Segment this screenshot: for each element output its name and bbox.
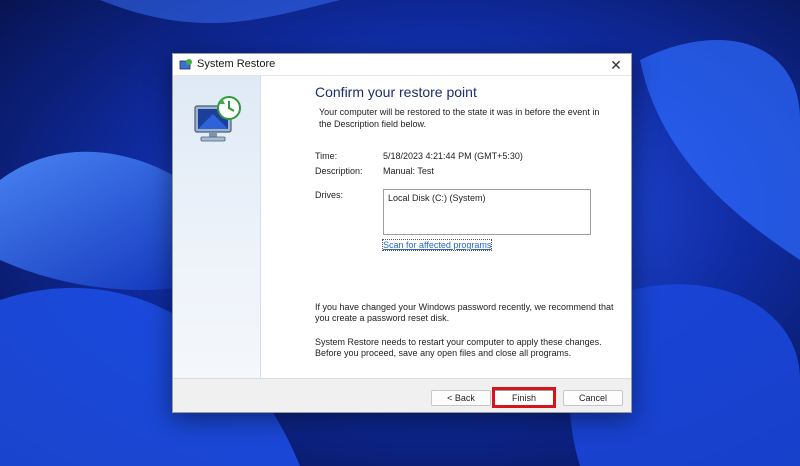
description-value: Manual: Test — [383, 166, 434, 176]
finish-button[interactable]: Finish — [493, 390, 555, 406]
window-title: System Restore — [197, 58, 276, 70]
page-title: Confirm your restore point — [315, 84, 477, 100]
time-value: 5/18/2023 4:21:44 PM (GMT+5:30) — [383, 151, 523, 161]
time-label: Time: — [315, 151, 338, 161]
button-bar: < Back Finish Cancel — [173, 378, 631, 412]
scan-affected-programs-link[interactable]: Scan for affected programs — [381, 239, 493, 251]
back-button[interactable]: < Back — [431, 390, 491, 406]
intro-text: Your computer will be restored to the st… — [319, 107, 600, 129]
drives-label: Drives: — [315, 190, 344, 200]
description-label: Description: — [315, 166, 363, 176]
password-note: If you have changed your Windows passwor… — [315, 302, 614, 323]
content-area: Confirm your restore point Your computer… — [261, 76, 633, 378]
drives-list[interactable]: Local Disk (C:) (System) — [383, 189, 591, 235]
monitor-restore-icon — [194, 96, 241, 142]
close-button[interactable]: ✕ — [601, 54, 631, 76]
system-restore-icon — [179, 59, 192, 70]
side-banner — [173, 76, 261, 378]
list-item[interactable]: Local Disk (C:) (System) — [388, 193, 486, 203]
cancel-button[interactable]: Cancel — [563, 390, 623, 406]
title-bar[interactable]: System Restore ✕ — [173, 54, 631, 76]
system-restore-dialog: System Restore ✕ Confirm your restore po… — [172, 53, 632, 413]
close-icon: ✕ — [610, 57, 622, 73]
restart-note: System Restore needs to restart your com… — [315, 337, 602, 358]
